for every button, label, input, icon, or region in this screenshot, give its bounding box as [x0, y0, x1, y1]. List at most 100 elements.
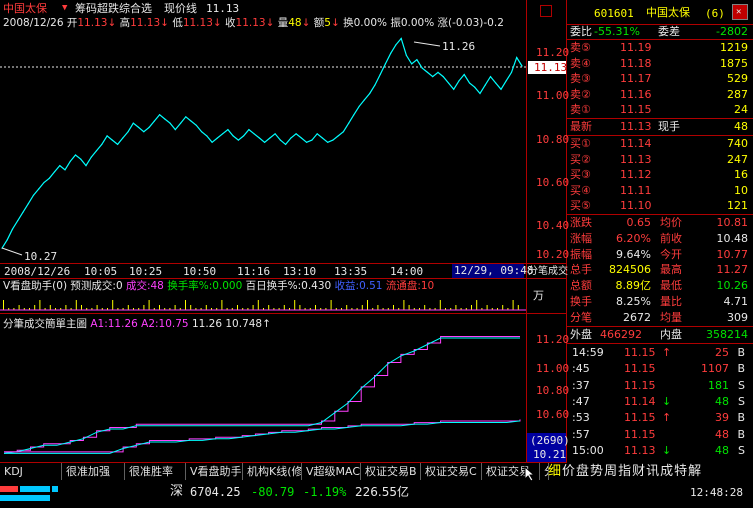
quick-tab-0[interactable]: 细 [548, 464, 561, 479]
xtick-label: 13:10 [283, 265, 317, 278]
price-point [342, 131, 344, 133]
tab-4[interactable]: 机构K线(修 [243, 463, 302, 480]
price-point [374, 84, 376, 86]
vol-bar [502, 305, 504, 310]
tab-1[interactable]: 很准加强 [62, 463, 125, 480]
price-point [258, 137, 260, 139]
price-point [432, 76, 434, 78]
lower-ytick: 10.60 [536, 408, 570, 421]
price-point [206, 135, 208, 137]
vol-bar [75, 300, 77, 310]
xtick-label: 14:00 [390, 265, 424, 278]
lower-ytick: 11.00 [536, 362, 570, 375]
vol-bar [439, 300, 441, 310]
tab-7[interactable]: 权证交易C [421, 463, 482, 480]
bid-row: 买① 11.14 740 [570, 137, 748, 150]
vol-bar [361, 305, 363, 310]
price-point [484, 84, 486, 86]
vol-unit-label: 万 [533, 289, 544, 302]
tab-5[interactable]: V超级MACD [302, 463, 361, 480]
price-point [332, 139, 334, 141]
tab-3[interactable]: V看盘助手 [186, 463, 243, 480]
stat-row: 分笔 2672 均量 309 [570, 310, 748, 324]
price-point [463, 73, 465, 76]
price-point [479, 92, 481, 95]
price-point [69, 160, 71, 162]
price-point [169, 122, 171, 124]
price-point [38, 188, 40, 190]
price-point [216, 137, 218, 139]
price-point [6, 239, 8, 241]
price-point [195, 124, 197, 126]
index-value: 6704.25 [190, 485, 241, 499]
status-indicator [52, 486, 58, 492]
vol-bar [476, 300, 478, 310]
price-point [122, 137, 124, 139]
vol-bar [393, 305, 394, 310]
bid-row: 买③ 11.12 16 [570, 168, 748, 182]
quick-tab-7[interactable]: 讯 [646, 464, 659, 479]
price-point [248, 129, 250, 131]
quick-tab-9[interactable]: 特 [674, 464, 687, 479]
stat-row: 涨幅 6.20% 前收 10.48 [570, 231, 748, 245]
bid-row: 买② 11.13 247 [570, 152, 748, 166]
price-point [237, 139, 239, 141]
info-line: 2008/12/26 开11.13↓ 高11.13↓ 低11.13↓ 收11.1… [3, 17, 504, 29]
price-point [379, 73, 381, 76]
stock-name: 中国太保 [3, 2, 47, 15]
xtick-label: 10:25 [129, 265, 163, 278]
vol-bar [403, 300, 405, 310]
quick-tab-2[interactable]: 盘 [576, 464, 589, 479]
ask-row: 卖③ 11.17 529 [570, 72, 748, 86]
price-point [421, 67, 423, 69]
price-point [426, 71, 429, 73]
dropdown-arrow-icon[interactable]: ▼ [62, 2, 67, 15]
quick-tab-5[interactable]: 指 [618, 464, 631, 479]
price-line-value: 11.13 [206, 2, 240, 15]
quick-tab-10[interactable]: 解 [688, 464, 701, 479]
price-point [505, 80, 507, 82]
price-point [211, 141, 213, 143]
tick-row: :53 11.15 ↑ 39 B [572, 411, 745, 425]
stat-row: 总额 8.89亿 最低 10.26 [570, 279, 748, 293]
quick-tab-6[interactable]: 财 [632, 464, 645, 479]
price-point [516, 56, 518, 59]
price-point [106, 135, 108, 137]
clock: 12:48:28 [690, 486, 748, 500]
price-point [132, 122, 134, 124]
weibi-row: 委比 -55.31% 委差 -2802 [570, 25, 748, 38]
tick-row: :47 11.14 ↓ 48 S [572, 394, 745, 408]
mouse-cursor-icon [524, 465, 536, 482]
vol-bar [39, 300, 41, 310]
corner-box[interactable] [540, 5, 552, 17]
low-leader-line [1, 247, 23, 256]
tick-row: 15:00 11.13 ↓ 48 S [572, 443, 745, 457]
fenbi-volume-label: 分笔成交 [528, 266, 568, 277]
quick-tab-1[interactable]: 价 [562, 464, 575, 479]
price-point [468, 82, 471, 84]
quick-tab-8[interactable]: 成 [660, 464, 673, 479]
price-point [348, 122, 350, 124]
price-point [180, 122, 182, 124]
low-annotation: 10.27 [24, 250, 58, 263]
tab-2[interactable]: 很准胜率 [125, 463, 186, 480]
tab-6[interactable]: 权证交易B [361, 463, 421, 480]
quote-panel-toggle[interactable]: ✕ [732, 4, 748, 20]
price-point [295, 133, 297, 135]
tick-row: 14:59 11.15 ↑ 25 B [572, 346, 745, 359]
price-point [59, 165, 61, 167]
indicator-name[interactable]: 筹码超跌综合选 [75, 2, 152, 15]
vol-bar [159, 305, 160, 310]
vol-bar [346, 305, 348, 310]
ask-row: 卖① 11.15 24 [570, 103, 748, 117]
price-point [232, 135, 234, 137]
tab-0[interactable]: KDJ [0, 463, 62, 480]
price-point [48, 177, 50, 179]
price-point [43, 181, 45, 184]
vol-bar [315, 305, 316, 310]
status-indicator [0, 495, 50, 501]
quick-tab-4[interactable]: 周 [604, 464, 617, 479]
quick-tab-3[interactable]: 势 [590, 464, 603, 479]
price-point [201, 131, 203, 133]
vol-bar [408, 305, 410, 310]
